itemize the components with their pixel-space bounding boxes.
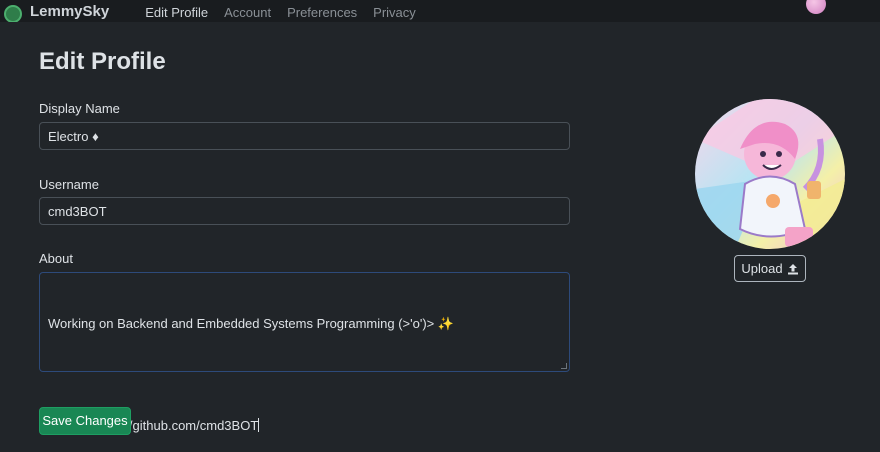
brand-logo-icon: [4, 4, 22, 22]
user-menu-avatar[interactable]: [806, 0, 826, 14]
avatar-illustration: [695, 99, 845, 249]
nav-account[interactable]: Account: [224, 5, 271, 20]
resize-grip[interactable]: [561, 363, 567, 369]
save-changes-button[interactable]: Save Changes: [39, 407, 131, 435]
username-input[interactable]: cmd3BOT: [39, 197, 570, 225]
about-line-1: Working on Backend and Embedded Systems …: [48, 316, 455, 331]
nav-privacy[interactable]: Privacy: [373, 5, 416, 20]
nav-preferences[interactable]: Preferences: [287, 5, 357, 20]
page-title: Edit Profile: [39, 48, 166, 75]
text-caret: [258, 418, 260, 432]
upload-avatar-button[interactable]: Upload: [734, 255, 806, 282]
display-name-label: Display Name: [39, 101, 120, 116]
top-navbar: LemmySky Edit Profile Account Preference…: [0, 0, 880, 22]
profile-avatar: [695, 99, 845, 249]
brand[interactable]: LemmySky: [4, 3, 110, 22]
nav-menu: Edit Profile Account Preferences Privacy: [145, 5, 432, 20]
about-textarea[interactable]: Working on Backend and Embedded Systems …: [39, 272, 570, 433]
brand-name: LemmySky: [30, 3, 110, 20]
nav-edit-profile[interactable]: Edit Profile: [145, 5, 208, 20]
display-name-value: Electro ♦: [48, 128, 99, 144]
about-label: About: [39, 251, 73, 266]
username-label: Username: [39, 177, 99, 192]
upload-icon: [787, 263, 798, 274]
display-name-input[interactable]: Electro ♦: [39, 122, 570, 150]
username-value: cmd3BOT: [48, 203, 107, 219]
upload-label: Upload: [741, 261, 783, 276]
